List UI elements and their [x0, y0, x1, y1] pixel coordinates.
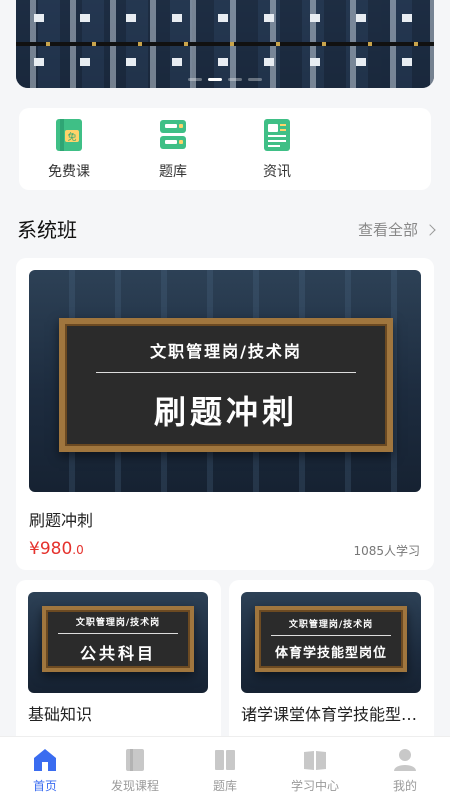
carousel-dot: [228, 78, 242, 81]
tab-label: 首页: [32, 779, 57, 793]
banner-decoration: [16, 42, 434, 46]
quick-item-label: 题库: [159, 164, 187, 180]
carousel-dot: [188, 78, 202, 81]
tab-home[interactable]: 首页: [0, 737, 90, 800]
learner-count: 1085人学习: [353, 544, 420, 558]
course-cover: 文职管理岗/技术岗 体育学技能型岗位: [241, 592, 421, 693]
cover-subtitle: 文职管理岗/技术岗: [75, 617, 161, 628]
bottom-tab-bar: 首页 发现课程 题库 学习中心 我的: [0, 736, 450, 800]
course-price: ¥980.0: [29, 539, 84, 559]
discover-icon: [122, 747, 148, 773]
chalkboard: 文职管理岗/技术岗 公共科目: [42, 606, 194, 672]
tab-discover[interactable]: 发现课程: [90, 737, 180, 800]
course-name: 基础知识: [28, 705, 93, 724]
course-card[interactable]: 文职管理岗/技术岗 公共科目 基础知识: [16, 580, 221, 750]
tab-label: 题库: [212, 779, 237, 793]
quick-item-label: 免费课: [48, 164, 90, 180]
quick-item-label: 资讯: [263, 164, 291, 180]
study-center-icon: [302, 747, 328, 773]
course-card[interactable]: 文职管理岗/技术岗 体育学技能型岗位 诸学课堂体育学技能型岗位: [229, 580, 434, 750]
price-integer: ¥980: [29, 539, 73, 559]
quick-menu: 免 免费课 题库 资讯: [19, 108, 431, 190]
chevron-right-icon: [424, 223, 436, 236]
tab-label: 我的: [392, 779, 417, 793]
price-decimal: .0: [72, 543, 84, 557]
carousel-dot: [248, 78, 262, 81]
news-icon: [262, 118, 292, 152]
view-all-link[interactable]: 查看全部: [357, 219, 436, 240]
cover-subtitle: 文职管理岗/技术岗: [150, 341, 302, 361]
cover-subtitle: 文职管理岗/技术岗: [288, 620, 374, 630]
svg-text:免: 免: [67, 131, 76, 143]
banner-decoration: [16, 14, 434, 22]
quick-item-news[interactable]: 资讯: [239, 118, 315, 181]
cover-divider: [96, 371, 356, 373]
quick-item-free-course[interactable]: 免 免费课: [31, 118, 107, 181]
banner-carousel[interactable]: [16, 0, 434, 88]
cover-divider: [271, 635, 391, 636]
tab-label: 发现课程: [110, 779, 159, 793]
cover-divider: [58, 632, 178, 634]
carousel-indicator: [188, 78, 262, 81]
home-icon: [32, 747, 58, 773]
section-title: 系统班: [17, 218, 77, 242]
course-name: 诸学课堂体育学技能型岗位: [241, 705, 423, 724]
view-all-label: 查看全部: [357, 221, 418, 239]
quick-item-question-bank[interactable]: 题库: [135, 118, 211, 181]
course-card-featured[interactable]: 文职管理岗/技术岗 刷题冲刺 刷题冲刺 ¥980.0 1085人学习: [16, 258, 434, 570]
cover-title: 体育学技能型岗位: [274, 646, 387, 661]
question-bank-tab-icon: [212, 747, 238, 773]
profile-icon: [392, 747, 418, 773]
chalkboard: 文职管理岗/技术岗 体育学技能型岗位: [255, 606, 407, 672]
cover-title: 刷题冲刺: [153, 392, 298, 431]
course-cover: 文职管理岗/技术岗 刷题冲刺: [29, 270, 421, 492]
course-name: 刷题冲刺: [29, 511, 94, 530]
tab-label: 学习中心: [290, 779, 339, 793]
cover-title: 公共科目: [79, 643, 156, 663]
chalkboard: 文职管理岗/技术岗 刷题冲刺: [59, 318, 393, 452]
tab-profile[interactable]: 我的: [360, 737, 450, 800]
question-bank-icon: [158, 118, 188, 152]
free-course-icon: 免: [54, 118, 84, 152]
course-cover: 文职管理岗/技术岗 公共科目: [28, 592, 208, 693]
banner-decoration: [16, 58, 434, 66]
tab-question-bank[interactable]: 题库: [180, 737, 270, 800]
tab-study-center[interactable]: 学习中心: [270, 737, 360, 800]
carousel-dot-active: [208, 78, 222, 81]
